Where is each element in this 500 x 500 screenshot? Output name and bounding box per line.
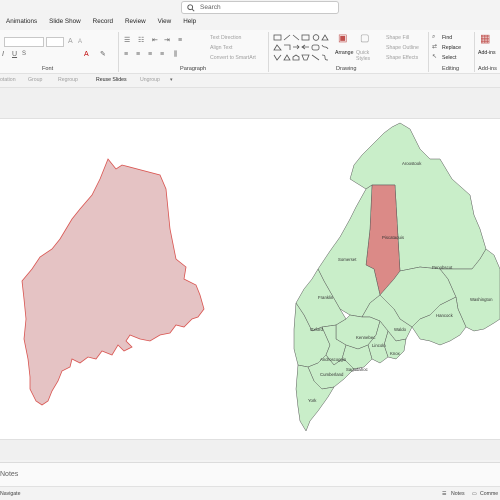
county-label: Androscoggin bbox=[320, 357, 347, 362]
columns-icon[interactable]: ⫼ bbox=[174, 51, 177, 58]
regroup-button[interactable]: Regroup bbox=[58, 77, 78, 83]
county-label: Piscataquis bbox=[382, 235, 404, 240]
county-label: Franklin bbox=[318, 295, 334, 300]
font-group-label: Font bbox=[42, 66, 54, 72]
county-label: Oxford bbox=[310, 327, 324, 332]
county-label: Waldo bbox=[394, 327, 407, 332]
replace-button[interactable]: Replace bbox=[442, 45, 461, 51]
customize-icon[interactable]: ▾ bbox=[170, 77, 173, 83]
increase-font-icon[interactable]: A bbox=[68, 38, 73, 45]
highlight-icon[interactable]: ✎ bbox=[100, 51, 106, 58]
editing-group-label: Editing bbox=[442, 66, 460, 72]
find-button[interactable]: Find bbox=[442, 35, 452, 41]
notes-button[interactable]: Notes bbox=[451, 491, 465, 497]
powerpoint-window: Search Animations Slide Show Record Revi… bbox=[0, 0, 500, 500]
slide: Aroostook Piscataquis Somerset Penobscot… bbox=[0, 118, 500, 440]
notes-label: Notes bbox=[0, 471, 19, 478]
arrange-icon[interactable]: ▣ bbox=[338, 34, 347, 44]
replace-icon[interactable]: ⇄ bbox=[432, 44, 437, 50]
align-text-button[interactable]: Align Text bbox=[210, 45, 232, 51]
ungroup-button[interactable]: Ungroup bbox=[140, 77, 160, 83]
county-label: Cumberland bbox=[320, 372, 344, 377]
justify-icon[interactable]: ≡ bbox=[160, 51, 164, 58]
convert-smartart-button[interactable]: Convert to SmartArt bbox=[210, 55, 256, 61]
county-label: Knox bbox=[390, 351, 401, 356]
underline-icon[interactable]: U bbox=[12, 51, 17, 58]
comments-button[interactable]: Comme bbox=[480, 491, 498, 497]
notes-pane[interactable]: Notes bbox=[0, 462, 500, 486]
navigate-button[interactable]: Navigate bbox=[0, 491, 20, 497]
county-label: Washington bbox=[470, 297, 493, 302]
align-center-icon[interactable]: ≡ bbox=[136, 51, 140, 58]
tab-review[interactable]: Review bbox=[125, 18, 146, 29]
ribbon-tabs: Animations Slide Show Record Review View… bbox=[0, 18, 202, 29]
tab-help[interactable]: Help bbox=[183, 18, 196, 29]
tab-animations[interactable]: Animations bbox=[6, 18, 37, 29]
add-ins-group-label: Add-ins bbox=[478, 66, 497, 72]
reuse-slides-button[interactable]: Reuse Slides bbox=[96, 77, 127, 83]
paragraph-group-label: Paragraph bbox=[180, 66, 207, 72]
county-label: Somerset bbox=[338, 257, 357, 262]
separator bbox=[474, 32, 475, 72]
county-label: Penobscot bbox=[432, 265, 453, 270]
search-icon bbox=[187, 3, 195, 12]
slide-content: Aroostook Piscataquis Somerset Penobscot… bbox=[21, 122, 500, 432]
group-button[interactable]: Group bbox=[28, 77, 42, 83]
county-label: York bbox=[308, 398, 317, 403]
county-label: Hancock bbox=[436, 313, 454, 318]
separator bbox=[268, 32, 269, 72]
add-ins-icon[interactable]: ▦ bbox=[480, 34, 490, 45]
line-spacing-icon[interactable]: ≡ bbox=[178, 37, 182, 44]
tab-view[interactable]: View bbox=[158, 18, 172, 29]
shape-effects-button[interactable]: Shape Effects bbox=[386, 55, 418, 61]
tab-slide-show[interactable]: Slide Show bbox=[49, 18, 81, 29]
quick-styles-icon[interactable]: ▢ bbox=[360, 34, 369, 44]
maine-outline-shape[interactable] bbox=[21, 158, 205, 406]
numbering-icon[interactable]: ☷ bbox=[138, 37, 144, 44]
quick-styles-button[interactable]: Quick Styles bbox=[356, 50, 378, 62]
increase-indent-icon[interactable]: ⇥ bbox=[164, 37, 170, 44]
find-icon[interactable]: ⌕ bbox=[432, 34, 435, 40]
font-size-dropdown[interactable] bbox=[46, 37, 64, 47]
county-map: Aroostook Piscataquis Somerset Penobscot… bbox=[293, 122, 500, 432]
align-left-icon[interactable]: ≡ bbox=[124, 51, 128, 58]
rotation-button[interactable]: otation bbox=[0, 77, 16, 83]
drawing-group-label: Drawing bbox=[336, 66, 357, 72]
align-right-icon[interactable]: ≡ bbox=[148, 51, 152, 58]
search-placeholder: Search bbox=[200, 4, 221, 11]
search-box[interactable]: Search bbox=[181, 1, 339, 14]
font-color-icon[interactable]: A bbox=[84, 51, 89, 58]
add-ins-button[interactable]: Add-ins bbox=[478, 50, 496, 56]
arrange-button[interactable]: Arrange bbox=[335, 50, 353, 56]
county-label: Kennebec bbox=[356, 335, 376, 340]
shape-fill-button[interactable]: Shape Fill bbox=[386, 35, 409, 41]
county-label: Lincoln bbox=[372, 343, 386, 348]
bullets-icon[interactable]: ☰ bbox=[124, 37, 130, 44]
title-bar: Search bbox=[0, 0, 500, 16]
tab-record[interactable]: Record bbox=[93, 18, 113, 29]
decrease-indent-icon[interactable]: ⇤ bbox=[152, 37, 158, 44]
font-name-dropdown[interactable] bbox=[4, 37, 44, 47]
italic-icon[interactable]: I bbox=[2, 51, 4, 58]
ribbon: A A I U S A ✎ Font ☰ ☷ ⇤ ⇥ ≡ ≡ ≡ ≡ ≡ ⫼ T… bbox=[0, 30, 500, 74]
strikethrough-icon[interactable]: S bbox=[22, 51, 26, 57]
quick-access-strip: otation Group Regroup Reuse Slides Ungro… bbox=[0, 74, 500, 88]
status-bar: Navigate ☰ Notes ▭ Comme bbox=[0, 486, 500, 500]
select-button[interactable]: Select bbox=[442, 55, 456, 61]
shapes-gallery[interactable] bbox=[272, 33, 332, 63]
county-label: Aroostook bbox=[402, 161, 422, 166]
comments-icon[interactable]: ▭ bbox=[472, 491, 477, 497]
text-direction-button[interactable]: Text Direction bbox=[210, 35, 241, 41]
decrease-font-icon[interactable]: A bbox=[78, 39, 82, 45]
notes-icon[interactable]: ☰ bbox=[442, 491, 447, 497]
shape-outline-button[interactable]: Shape Outline bbox=[386, 45, 419, 51]
select-icon[interactable]: ↖ bbox=[432, 54, 437, 60]
county-label: Sagadahoc bbox=[346, 367, 369, 372]
separator bbox=[428, 32, 429, 72]
separator bbox=[118, 32, 119, 72]
